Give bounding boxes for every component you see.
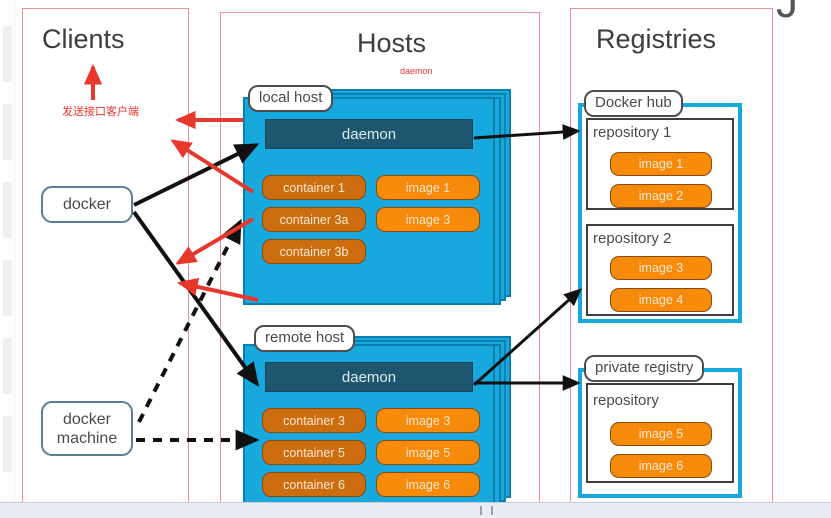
local-host-label: local host — [248, 85, 334, 112]
remote-container-6[interactable]: container 6 — [262, 472, 366, 497]
gutter-segment — [3, 182, 12, 238]
docker-machine-line1: docker — [62, 410, 112, 428]
remote-container-5[interactable]: container 5 — [262, 440, 366, 465]
hub-repo1-image-1[interactable]: image 1 — [610, 152, 712, 176]
docker-hub-label: Docker hub — [584, 90, 683, 117]
private-image-5[interactable]: image 5 — [610, 422, 712, 446]
repository-1-name: repository 1 — [593, 124, 672, 141]
remote-host-label: remote host — [254, 325, 356, 352]
remote-image-5[interactable]: image 5 — [376, 440, 480, 465]
remote-host-daemon-bar[interactable]: daemon — [265, 362, 473, 392]
local-image-1[interactable]: image 1 — [376, 175, 480, 200]
hub-repo1-image-2[interactable]: image 2 — [610, 184, 712, 208]
private-image-6[interactable]: image 6 — [610, 454, 712, 478]
gutter-segment — [3, 416, 12, 472]
diagram-canvas: Clients Hosts Registries J docker docker… — [0, 0, 831, 518]
annotation-daemon-note: daemon — [400, 66, 433, 76]
panel-title-hosts: Hosts — [357, 28, 427, 58]
local-container-1[interactable]: container 1 — [262, 175, 366, 200]
private-registry-label: private registry — [584, 355, 705, 382]
gutter-segment — [3, 260, 12, 316]
panel-title-clients: Clients — [42, 24, 125, 54]
remote-container-3[interactable]: container 3 — [262, 408, 366, 433]
local-image-3[interactable]: image 3 — [376, 207, 480, 232]
hub-repo2-image-3[interactable]: image 3 — [610, 256, 712, 280]
client-box-docker[interactable]: docker — [41, 186, 133, 223]
local-host-daemon-bar[interactable]: daemon — [265, 119, 473, 149]
page-edge-shadow — [14, 0, 18, 503]
private-repository-name: repository — [593, 392, 659, 409]
corner-glyph: J — [776, 0, 798, 27]
docker-machine-line2: machine — [56, 429, 118, 447]
gutter-segment — [3, 104, 12, 160]
repository-2-name: repository 2 — [593, 230, 672, 247]
scrollbar-grip[interactable] — [480, 506, 493, 515]
left-gutter — [0, 0, 14, 503]
remote-image-6[interactable]: image 6 — [376, 472, 480, 497]
local-container-3a[interactable]: container 3a — [262, 207, 366, 232]
gutter-segment — [3, 26, 12, 82]
local-container-3b[interactable]: container 3b — [262, 239, 366, 264]
client-box-docker-machine[interactable]: docker machine — [41, 401, 133, 456]
hub-repo2-image-4[interactable]: image 4 — [610, 288, 712, 312]
panel-title-registries: Registries — [596, 24, 717, 54]
annotation-client-note: 发送接口客户端 — [62, 106, 139, 118]
horizontal-scrollbar[interactable] — [0, 502, 831, 518]
gutter-segment — [3, 338, 12, 394]
remote-image-3[interactable]: image 3 — [376, 408, 480, 433]
